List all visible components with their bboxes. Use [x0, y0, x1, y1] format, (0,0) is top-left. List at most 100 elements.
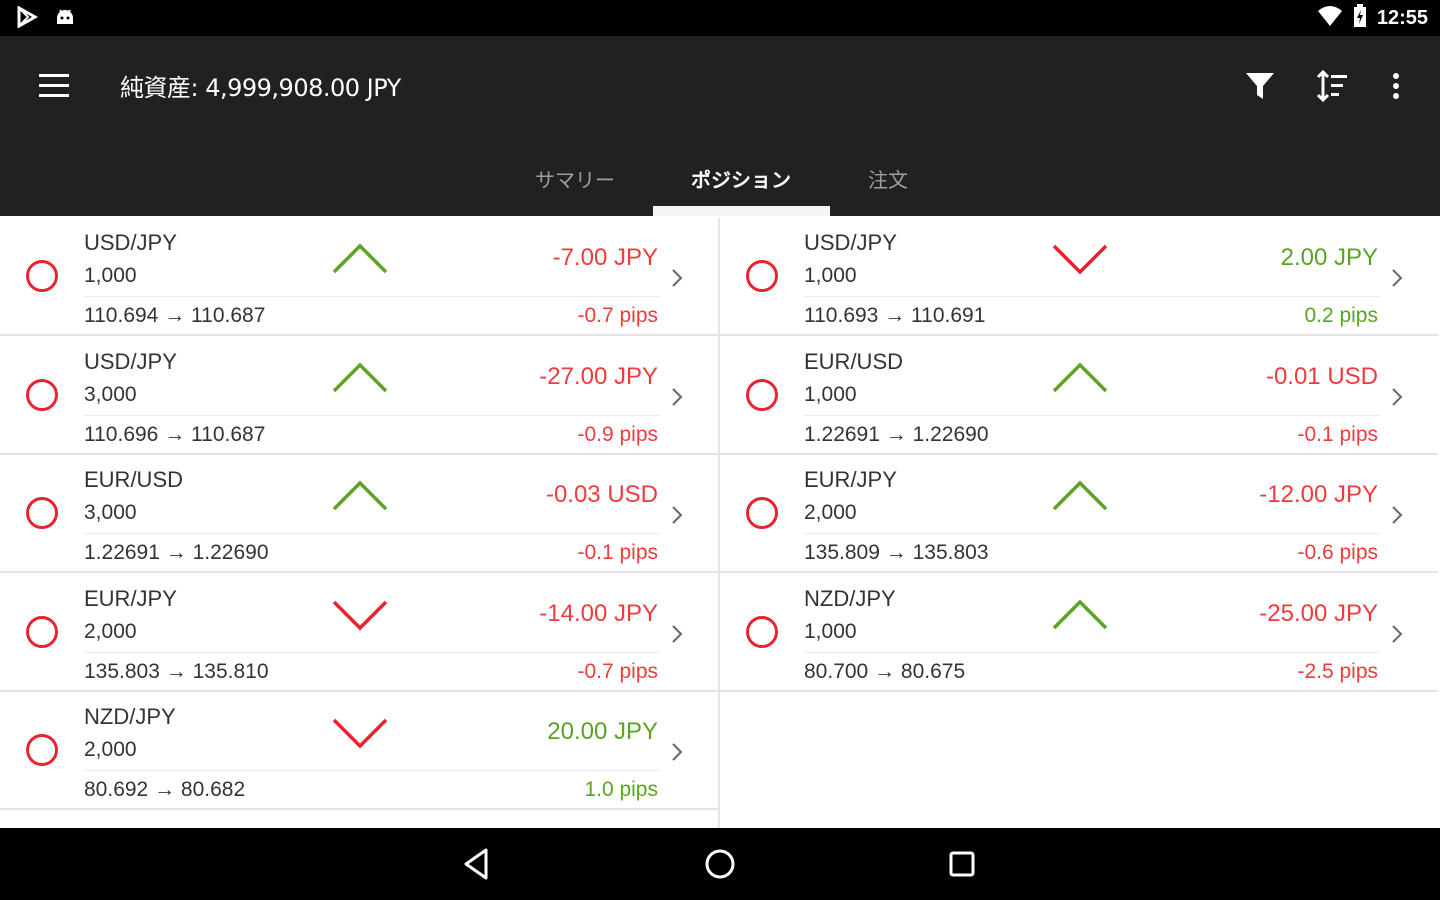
- play-store-icon: [16, 5, 39, 32]
- close-position-circle[interactable]: [26, 378, 58, 411]
- rate-change: 110.693 → 110.691: [804, 304, 985, 328]
- tab-orders[interactable]: 注文: [858, 164, 918, 193]
- close-position-circle[interactable]: [746, 497, 778, 529]
- positions-grid: USD/JPY 1,000 110.694 → 110.687 -7.00 JPY -0…: [0, 218, 1440, 828]
- position-row[interactable]: USD/JPY 1,000 110.694 → 110.687 -7.00 JPY -0…: [0, 218, 718, 336]
- profit-loss: -27.00 JPY: [539, 362, 658, 390]
- arrow-right-icon: →: [158, 422, 192, 446]
- currency-pair: USD/JPY: [84, 230, 177, 255]
- rate-change: 110.696 → 110.687: [84, 423, 265, 447]
- arrow-right-icon: →: [158, 304, 192, 327]
- chevron-right-icon: [1392, 387, 1403, 406]
- currency-pair: NZD/JPY: [84, 704, 176, 729]
- current-rate: 110.687: [191, 304, 266, 327]
- pips-value: -0.9 pips: [577, 422, 658, 446]
- currency-pair: EUR/USD: [804, 348, 904, 374]
- current-rate: 1.22690: [912, 422, 989, 446]
- position-amount: 1,000: [84, 264, 137, 287]
- open-rate: 1.22691: [84, 541, 160, 564]
- rate-change: 1.22691 → 1.22690: [84, 541, 269, 565]
- profit-loss: 20.00 JPY: [547, 718, 658, 745]
- currency-pair: EUR/JPY: [84, 585, 177, 611]
- close-position-circle[interactable]: [746, 615, 778, 648]
- chevron-right-icon: [672, 387, 683, 406]
- current-rate: 80.675: [900, 659, 966, 683]
- currency-pair: NZD/JPY: [804, 585, 896, 611]
- row-separator: [84, 651, 660, 653]
- row-separator: [804, 296, 1380, 297]
- close-position-circle[interactable]: [26, 615, 58, 648]
- position-row[interactable]: EUR/JPY 2,000 135.803 → 135.810 -14.00 JPY -…: [0, 574, 718, 692]
- position-row[interactable]: EUR/USD 1,000 1.22691 → 1.22690 -0.01 USD -0…: [720, 337, 1438, 455]
- filter-icon[interactable]: [1236, 62, 1284, 110]
- sort-icon[interactable]: [1308, 62, 1356, 110]
- row-separator: [804, 414, 1380, 416]
- position-row[interactable]: EUR/JPY 2,000 135.809 → 135.803 -12.00 JPY -…: [720, 455, 1438, 573]
- profit-loss: -25.00 JPY: [1259, 599, 1378, 627]
- position-row[interactable]: NZD/JPY 2,000 80.692 → 80.682 20.00 JPY 1.0 …: [0, 692, 718, 810]
- menu-icon[interactable]: [30, 66, 78, 106]
- tab-positions[interactable]: ポジション: [680, 164, 802, 193]
- position-amount: 1,000: [804, 619, 857, 643]
- current-rate: 1.22690: [192, 541, 269, 564]
- open-rate: 1.22691: [804, 422, 880, 446]
- rate-change: 80.692 → 80.682: [84, 778, 245, 802]
- back-icon[interactable]: [456, 842, 500, 886]
- rate-change: 135.809 → 135.803: [804, 541, 989, 565]
- arrow-right-icon: →: [879, 541, 913, 564]
- arrow-right-icon: →: [879, 422, 913, 446]
- position-row[interactable]: NZD/JPY 1,000 80.700 → 80.675 -25.00 JPY -2.…: [720, 574, 1438, 692]
- trend-down-icon: [332, 718, 388, 749]
- pips-value: -0.1 pips: [577, 541, 658, 564]
- currency-pair: EUR/JPY: [804, 467, 897, 492]
- row-separator: [84, 770, 660, 771]
- pips-value: -0.7 pips: [577, 304, 658, 327]
- more-vert-icon[interactable]: [1372, 62, 1420, 110]
- trend-up-icon: [1052, 480, 1108, 511]
- chevron-right-icon: [1392, 506, 1403, 524]
- position-amount: 1,000: [804, 382, 857, 406]
- rate-change: 135.803 → 135.810: [84, 660, 269, 684]
- profit-loss: -0.03 USD: [545, 481, 658, 508]
- pips-value: 1.0 pips: [584, 778, 658, 801]
- pips-value: 0.2 pips: [1304, 304, 1378, 327]
- currency-pair: USD/JPY: [84, 348, 177, 374]
- open-rate: 110.696: [84, 422, 159, 446]
- open-rate: 80.700: [804, 659, 869, 683]
- trend-up-icon: [332, 362, 388, 392]
- tab-summary[interactable]: サマリー: [530, 164, 620, 193]
- profit-loss: 2.00 JPY: [1280, 244, 1378, 271]
- profit-loss: -14.00 JPY: [539, 599, 658, 627]
- recents-icon[interactable]: [940, 842, 984, 886]
- position-row[interactable]: USD/JPY 1,000 110.693 → 110.691 2.00 JPY 0.2…: [720, 218, 1438, 336]
- navigation-bar: [0, 828, 1440, 900]
- currency-pair: USD/JPY: [804, 230, 897, 255]
- pips-value: -0.6 pips: [1297, 541, 1378, 564]
- open-rate: 110.693: [804, 304, 879, 327]
- currency-pair: EUR/USD: [84, 467, 184, 492]
- android-icon: [54, 6, 76, 32]
- row-separator: [84, 414, 660, 416]
- position-row[interactable]: USD/JPY 3,000 110.696 → 110.687 -27.00 JPY -…: [0, 337, 718, 455]
- current-rate: 110.687: [191, 422, 266, 446]
- rate-change: 1.22691 → 1.22690: [804, 423, 989, 447]
- arrow-right-icon: →: [159, 541, 193, 564]
- position-amount: 3,000: [84, 382, 137, 406]
- close-position-circle[interactable]: [746, 260, 778, 292]
- chevron-right-icon: [672, 743, 683, 761]
- profit-loss: -0.01 USD: [1265, 362, 1378, 390]
- chevron-right-icon: [1392, 269, 1403, 287]
- home-icon[interactable]: [698, 842, 742, 886]
- close-position-circle[interactable]: [746, 378, 778, 411]
- chevron-right-icon: [672, 506, 683, 524]
- trend-up-icon: [332, 243, 388, 274]
- status-bar: 12:55: [0, 0, 1440, 36]
- position-row[interactable]: EUR/USD 3,000 1.22691 → 1.22690 -0.03 USD -0…: [0, 455, 718, 573]
- close-position-circle[interactable]: [26, 497, 58, 529]
- current-rate: 80.682: [180, 778, 246, 801]
- tab-indicator: [653, 206, 830, 216]
- open-rate: 135.809: [804, 541, 880, 564]
- row-separator: [804, 651, 1380, 653]
- close-position-circle[interactable]: [26, 260, 58, 292]
- close-position-circle[interactable]: [26, 734, 58, 766]
